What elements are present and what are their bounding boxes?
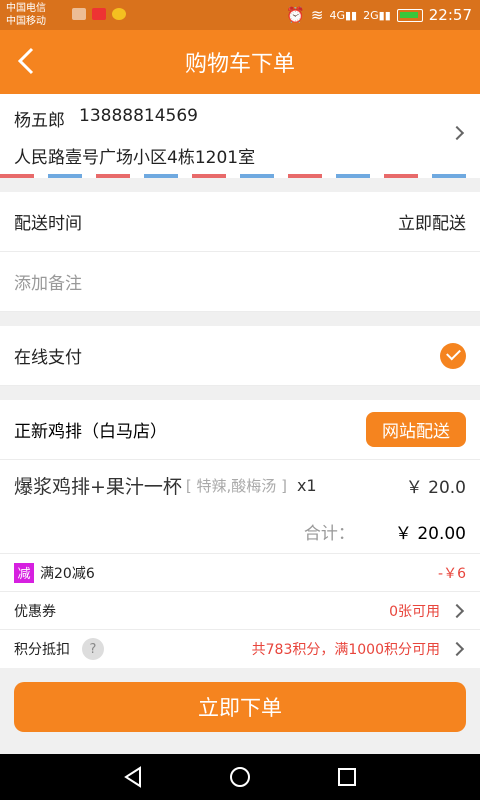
item-qty: x1 bbox=[296, 475, 317, 495]
coupon-row[interactable]: 优惠券 0张可用 bbox=[0, 592, 480, 630]
status-time: 22:57 bbox=[428, 6, 472, 24]
delivery-method-button[interactable]: 网站配送 bbox=[366, 412, 466, 447]
points-row[interactable]: 积分抵扣 ? 共783积分，满1000积分可用 bbox=[0, 630, 480, 668]
delivery-time-row[interactable]: 配送时间 立即配送 bbox=[0, 192, 480, 252]
app-icon bbox=[92, 8, 106, 20]
payment-label: 在线支付 bbox=[14, 348, 82, 368]
total-value: ￥ 20.00 bbox=[394, 524, 466, 544]
online-payment-row[interactable]: 在线支付 bbox=[0, 326, 480, 386]
address-detail: 人民路壹号广场小区4栋1201室 bbox=[14, 148, 256, 168]
discount-value: -￥6 bbox=[438, 565, 466, 582]
checkmark-icon[interactable] bbox=[440, 342, 466, 369]
total-label: 合计： bbox=[303, 524, 355, 544]
signal-icon: 4G▮▮ bbox=[329, 8, 358, 22]
emoji-icon bbox=[112, 8, 126, 20]
back-arrow-icon[interactable] bbox=[10, 44, 44, 78]
points-label: 积分抵扣 bbox=[14, 642, 70, 658]
carrier-1: 中国电信 bbox=[6, 3, 46, 14]
nav-bar: 购物车下单 bbox=[0, 30, 480, 94]
page-title: 购物车下单 bbox=[184, 52, 295, 77]
signal-icon-2: 2G▮▮ bbox=[363, 8, 391, 22]
help-icon[interactable]: ? bbox=[82, 638, 104, 660]
order-section: 正新鸡排（白马店） 网站配送 爆浆鸡排+果汁一杯 [ 特辣,酸梅汤 ] x1 ￥… bbox=[0, 400, 480, 668]
delivery-time-label: 配送时间 bbox=[14, 214, 82, 234]
note-input[interactable]: 添加备注 bbox=[14, 269, 82, 294]
status-bar: 中国电信 中国移动 ⏰ ≋ 4G▮▮ 2G▮▮ 22:57 bbox=[0, 0, 480, 30]
submit-order-button[interactable]: 立即下单 bbox=[14, 682, 466, 732]
discount-label: 满20减6 bbox=[40, 565, 95, 582]
carrier-info: 中国电信 中国移动 bbox=[6, 2, 46, 28]
discount-row: 减 满20减6 -￥6 bbox=[0, 554, 480, 592]
chevron-right-icon bbox=[449, 603, 465, 619]
coupon-value: 0张可用 bbox=[389, 603, 440, 620]
coupon-label: 优惠券 bbox=[14, 603, 56, 620]
chevron-right-icon bbox=[449, 641, 465, 657]
shop-name: 正新鸡排（白马店） bbox=[14, 422, 167, 442]
carrier-2: 中国移动 bbox=[6, 16, 46, 27]
bottom-bar: 立即下单 bbox=[0, 668, 480, 748]
reduce-badge: 减 bbox=[14, 562, 34, 583]
points-value: 共783积分，满1000积分可用 bbox=[251, 642, 440, 658]
status-right: ⏰ ≋ 4G▮▮ 2G▮▮ 22:57 bbox=[286, 6, 472, 24]
delivery-time-value: 立即配送 bbox=[398, 214, 466, 234]
note-row[interactable]: 添加备注 bbox=[0, 252, 480, 312]
alarm-icon: ⏰ bbox=[286, 6, 305, 24]
nav-home-icon[interactable] bbox=[229, 766, 251, 788]
nav-recents-icon[interactable] bbox=[336, 766, 358, 788]
system-nav-bar bbox=[0, 754, 480, 800]
wifi-icon: ≋ bbox=[310, 6, 324, 24]
total-row: 合计： ￥ 20.00 bbox=[0, 510, 480, 554]
item-price: ￥ 20.0 bbox=[405, 477, 466, 498]
recipient-phone: 13888814569 bbox=[79, 106, 198, 126]
item-name: 爆浆鸡排+果汁一杯 bbox=[14, 475, 182, 498]
nav-back-icon[interactable] bbox=[122, 766, 144, 788]
address-card[interactable]: 杨五郎 13888814569 人民路壹号广场小区4栋1201室 bbox=[0, 94, 480, 174]
recipient-name: 杨五郎 bbox=[14, 111, 65, 131]
cup-icon bbox=[72, 8, 86, 20]
list-item: 爆浆鸡排+果汁一杯 [ 特辣,酸梅汤 ] x1 ￥ 20.0 bbox=[0, 460, 480, 510]
shop-row: 正新鸡排（白马店） 网站配送 bbox=[0, 400, 480, 460]
notification-icons bbox=[72, 8, 126, 20]
battery-icon bbox=[396, 8, 423, 22]
item-spec: [ 特辣,酸梅汤 ] bbox=[185, 476, 287, 495]
